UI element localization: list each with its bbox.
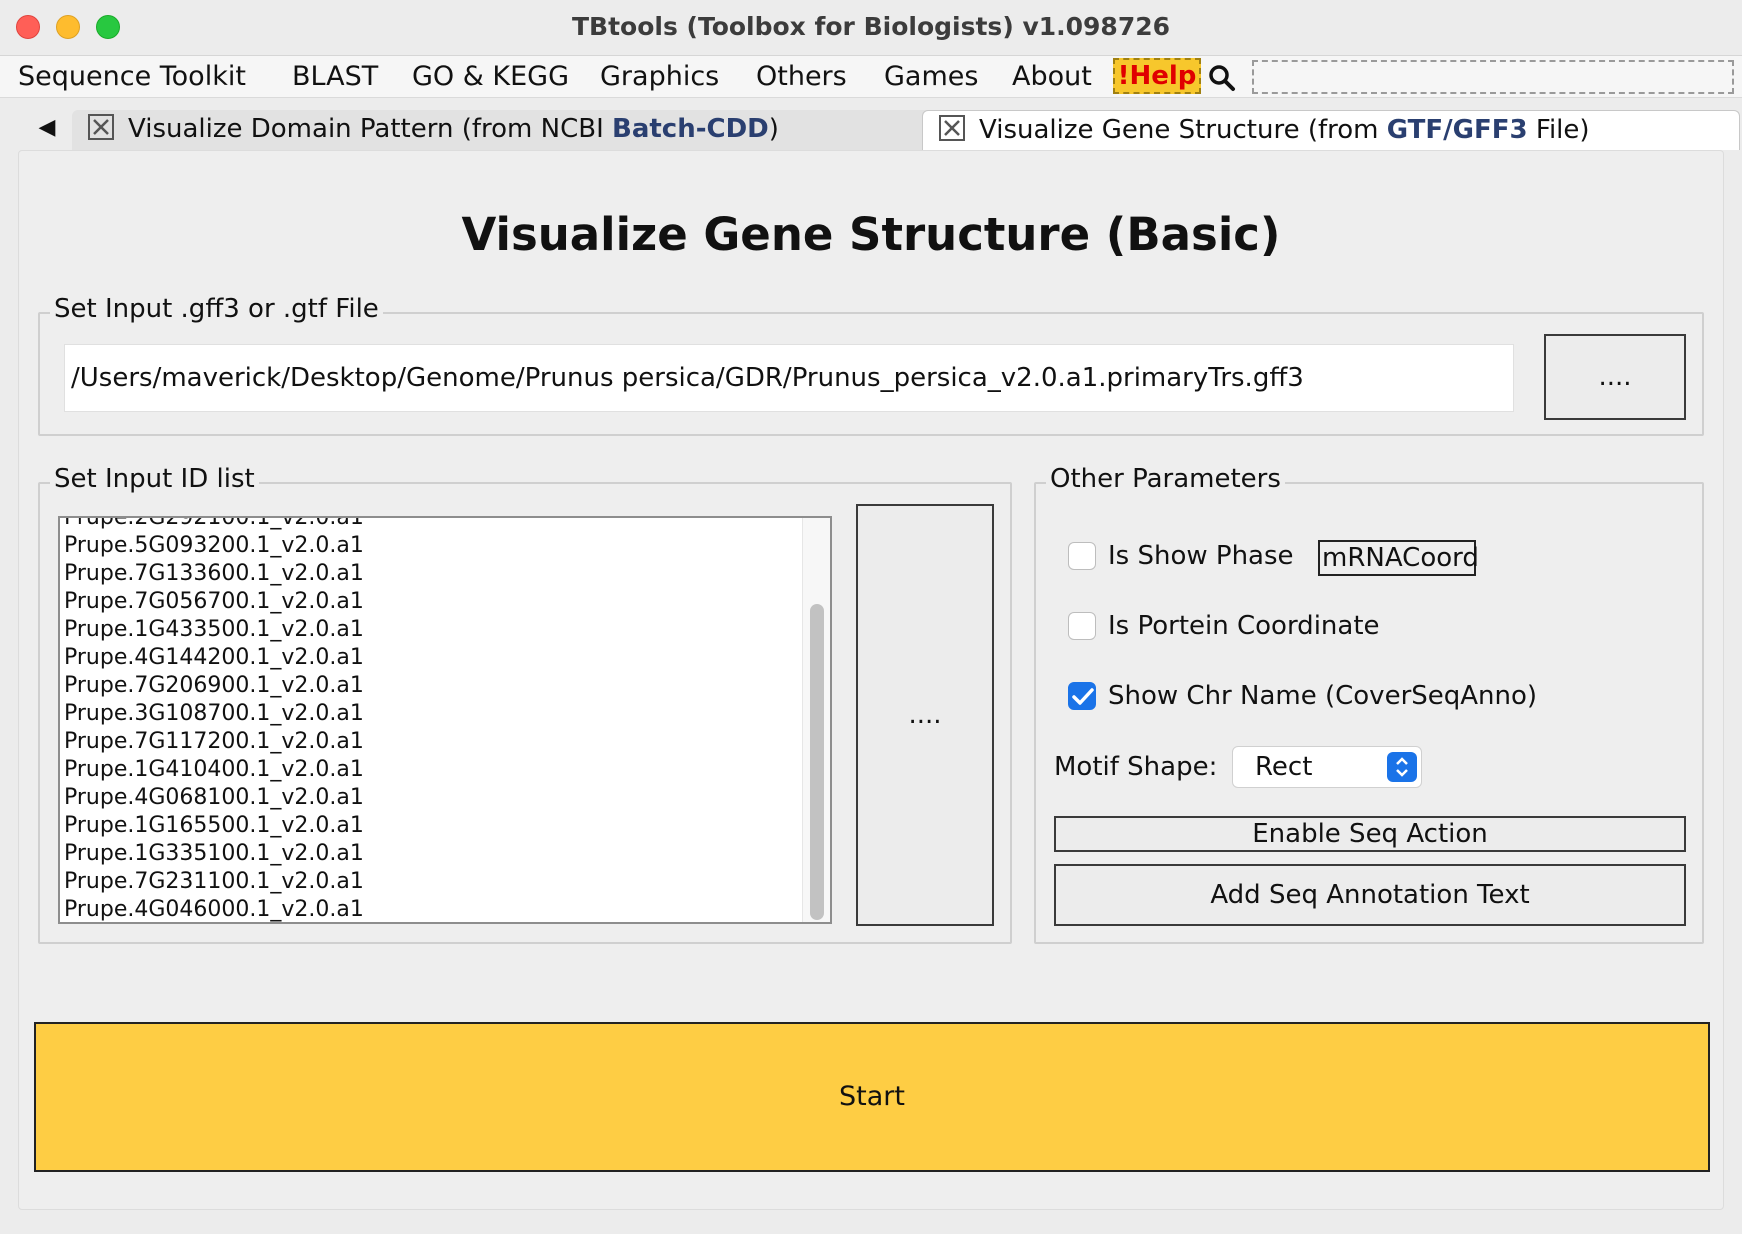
menu-about[interactable]: About [1012, 60, 1092, 94]
tab-visualize-domain-pattern[interactable]: Visualize Domain Pattern (from NCBI Batc… [72, 110, 932, 150]
scrollbar-thumb[interactable] [810, 604, 824, 920]
list-item: Prupe.7G117200.1_v2.0.a1 [64, 729, 364, 754]
tab-close-icon[interactable] [88, 113, 114, 140]
list-item: Prupe.1G165500.1_v2.0.a1 [64, 813, 364, 838]
motif-shape-select[interactable]: Rect [1232, 746, 1422, 788]
show-chr-name-label: Show Chr Name (CoverSeqAnno) [1108, 681, 1538, 711]
show-chr-name-checkbox[interactable] [1068, 682, 1096, 710]
tab-label: Visualize Gene Structure (from [979, 115, 1387, 145]
tab-label: Visualize Domain Pattern (from NCBI [128, 114, 612, 144]
search-icon[interactable] [1208, 64, 1236, 92]
list-item: Prupe.4G144200.1_v2.0.a1 [64, 645, 364, 670]
list-item: Prupe.1G433500.1_v2.0.a1 [64, 617, 364, 642]
title-bar: TBtools (Toolbox for Biologists) v1.0987… [0, 0, 1742, 56]
list-item: Prupe.1G410400.1_v2.0.a1 [64, 757, 364, 782]
tab-close-icon[interactable] [939, 114, 965, 141]
checkmark-icon [1072, 688, 1094, 705]
menu-go-kegg[interactable]: GO & KEGG [412, 60, 569, 94]
tab-label-suffix: ) [768, 114, 779, 144]
id-list-scrollbar[interactable] [802, 518, 830, 922]
tab-label-accent: Batch-CDD [612, 114, 769, 144]
list-item: Prupe.7G231100.1_v2.0.a1 [64, 869, 364, 894]
window-title: TBtools (Toolbox for Biologists) v1.0987… [571, 12, 1171, 41]
input-file-label: Set Input .gff3 or .gtf File [50, 294, 383, 324]
menu-help[interactable]: !Help [1113, 58, 1201, 94]
tab-visualize-gene-structure[interactable]: Visualize Gene Structure (from GTF/GFF3 … [922, 110, 1740, 150]
input-file-path-field[interactable]: /Users/maverick/Desktop/Genome/Prunus pe… [64, 344, 1514, 412]
protein-coordinate-label: Is Portein Coordinate [1108, 611, 1380, 641]
list-item: Prupe.7G206900.1_v2.0.a1 [64, 673, 364, 698]
menu-bar: Sequence Toolkit BLAST GO & KEGG Graphic… [0, 56, 1742, 98]
select-updown-icon [1387, 752, 1417, 782]
page-title: Visualize Gene Structure (Basic) [461, 208, 1281, 261]
list-item: Prupe.5G093200.1_v2.0.a1 [64, 533, 364, 558]
coord-mode-toggle[interactable]: mRNACoord [1318, 540, 1479, 576]
browse-file-button[interactable]: .... [1544, 334, 1686, 420]
menu-graphics[interactable]: Graphics [600, 60, 719, 94]
tab-label-accent: GTF/GFF3 [1386, 115, 1528, 145]
list-item: Prupe.2G292100.1_v2.0.a1 [64, 516, 364, 530]
protein-coordinate-checkbox[interactable] [1068, 612, 1096, 640]
show-phase-label: Is Show Phase [1108, 541, 1294, 571]
tab-strip: ◀ Visualize Domain Pattern (from NCBI Ba… [22, 106, 1740, 150]
list-item: Prupe.3G108700.1_v2.0.a1 [64, 701, 364, 726]
enable-seq-action-button[interactable]: Enable Seq Action [1054, 816, 1686, 852]
search-input[interactable] [1252, 60, 1734, 94]
list-item: Prupe.7G133600.1_v2.0.a1 [64, 561, 364, 586]
motif-shape-value: Rect [1255, 752, 1313, 782]
id-list-textarea[interactable]: Prupe.2G292100.1_v2.0.a1 Prupe.5G093200.… [58, 516, 832, 924]
motif-shape-label: Motif Shape: [1054, 752, 1218, 782]
list-item: Prupe.7G056700.1_v2.0.a1 [64, 589, 364, 614]
list-item: Prupe.1G335100.1_v2.0.a1 [64, 841, 364, 866]
tab-label-suffix: File) [1527, 115, 1590, 145]
id-list-label: Set Input ID list [50, 464, 259, 494]
menu-sequence-toolkit[interactable]: Sequence Toolkit [18, 60, 246, 94]
tab-scroll-left-icon[interactable]: ◀ [22, 110, 72, 148]
menu-blast[interactable]: BLAST [292, 60, 378, 94]
start-button[interactable]: Start [34, 1022, 1710, 1172]
other-parameters-label: Other Parameters [1046, 464, 1285, 494]
add-seq-annotation-button[interactable]: Add Seq Annotation Text [1054, 864, 1686, 926]
menu-games[interactable]: Games [884, 60, 978, 94]
show-phase-checkbox[interactable] [1068, 542, 1096, 570]
browse-id-list-button[interactable]: .... [856, 504, 994, 926]
list-item: Prupe.4G068100.1_v2.0.a1 [64, 785, 364, 810]
menu-others[interactable]: Others [756, 60, 847, 94]
list-item: Prupe.4G046000.1_v2.0.a1 [64, 897, 364, 922]
